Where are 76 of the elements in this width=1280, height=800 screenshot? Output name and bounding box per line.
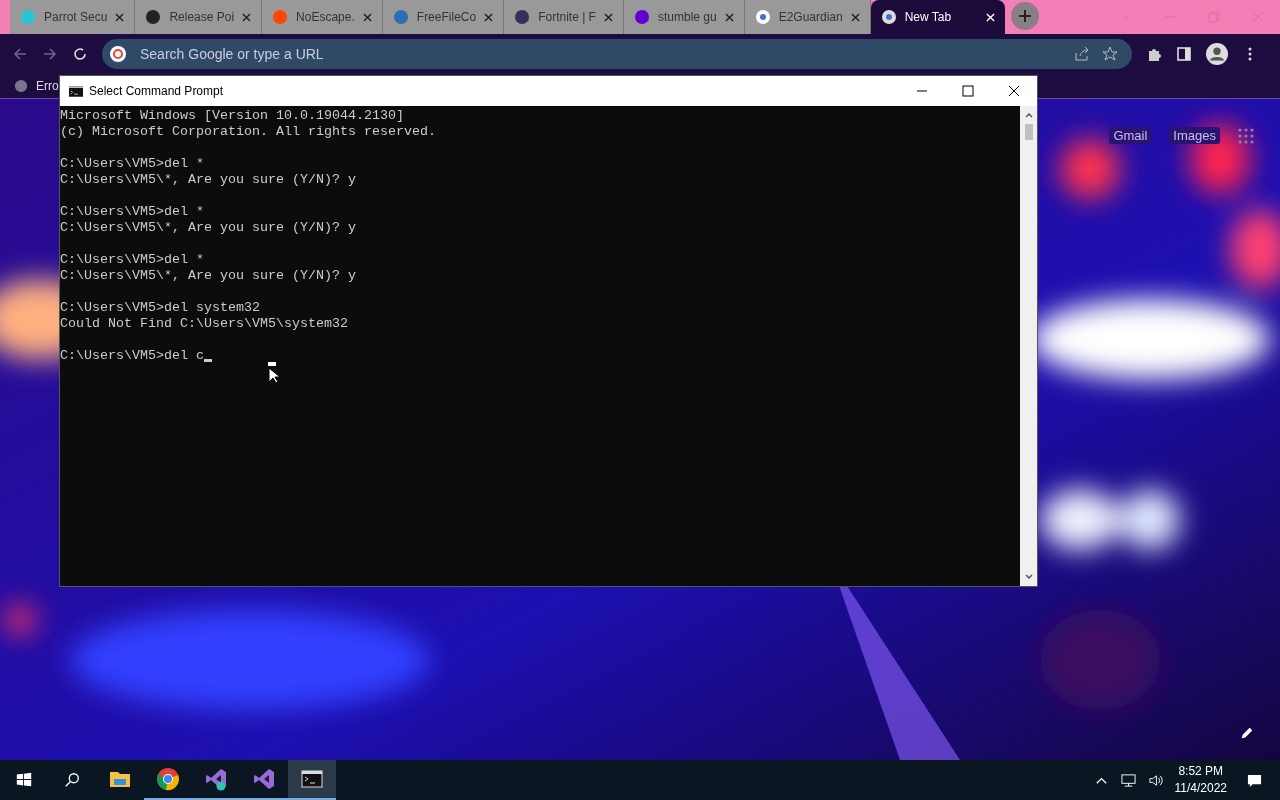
close-icon[interactable] [115,12,125,22]
tab-title: New Tab [904,10,953,24]
console-line: C:\Users\VM5\*, Are you sure (Y/N)? y [60,172,357,188]
apps-grid-icon[interactable] [1238,127,1254,144]
site-icon [633,9,650,25]
tab-title: Release Poi [169,10,235,24]
globe-icon [14,79,28,93]
console-line: Could Not Find C:\Users\VM5\system32 [60,316,349,332]
text-cursor [203,359,212,362]
profile-avatar[interactable] [1206,43,1228,65]
console-prompt[interactable]: C:\Users\VM5>del c [60,348,204,364]
close-icon[interactable] [603,12,613,22]
browser-tab[interactable]: stumble gu [623,0,745,34]
console-icon [69,85,83,97]
console-line: C:\Users\VM5>del * [60,156,205,172]
puzzle-icon[interactable] [1146,46,1162,62]
site-icon [514,9,531,25]
ntp-link[interactable]: Gmail [1109,127,1152,144]
scroll-up-icon[interactable] [1023,111,1034,119]
mouse-pointer-icon [268,362,280,384]
site-icon [392,9,409,25]
tab-title: NoEscape. [296,10,355,24]
browser-tab[interactable]: Parrot Secu [10,0,136,34]
network-icon[interactable] [1120,772,1136,788]
taskbar-clock[interactable]: 8:52 PM 11/4/2022 [1174,763,1227,797]
speaker-icon[interactable] [1147,772,1163,788]
browser-tab[interactable]: FreeFileCo [382,0,505,34]
star-icon[interactable] [1102,46,1118,62]
close-icon[interactable] [242,12,252,22]
address-field[interactable]: Search Google or type a URL [138,45,442,63]
terminal-icon [300,767,324,791]
scrollbar[interactable] [1020,106,1037,586]
site-icon [20,9,36,25]
window-title: Select Command Prompt [89,84,224,98]
browser-tab[interactable]: New Tab [870,0,1005,34]
console-line: C:\Users\VM5>del * [60,252,205,268]
console-line: C:\Users\VM5>del * [60,204,205,220]
console-line: Microsoft Windows [Version 10.0.19044.2130] [60,108,405,124]
site-icon [272,9,289,25]
new-tab-button[interactable] [1010,1,1039,30]
close-icon[interactable] [362,12,372,22]
close-icon[interactable] [724,12,734,22]
share-icon[interactable] [1074,46,1090,62]
forward-icon[interactable] [42,46,58,62]
tab-title: Parrot Secu [44,10,108,24]
tab-title: FreeFileCo [416,10,477,24]
reload-icon[interactable] [72,46,88,62]
visual-studio-icon [204,767,228,791]
chrome-icon [156,767,180,791]
browser-tab[interactable]: Fortnite | F [504,0,624,34]
visual-studio-icon [252,767,276,791]
close-icon[interactable] [850,12,860,22]
console-line: (c) Microsoft Corporation. All rights reserved. [60,124,437,140]
tab-title: stumble gu [657,10,717,24]
browser-tab[interactable]: E2Guardian [744,0,871,34]
site-icon [880,9,897,25]
bookmark[interactable]: Erro [14,79,59,93]
google-icon [110,46,126,62]
side-panel-icon[interactable] [1176,46,1192,62]
tab-title: Fortnite | F [538,10,596,24]
back-icon[interactable] [12,46,28,62]
ntp-link[interactable]: Images [1169,127,1220,144]
notifications-icon[interactable] [1247,772,1262,788]
console-line: C:\Users\VM5>del system32 [60,300,261,316]
tab-title: E2Guardian [778,10,843,24]
site-icon [754,9,771,25]
pencil-icon[interactable] [1240,726,1254,740]
taskbar-app[interactable] [288,760,336,800]
site-icon [145,9,162,25]
scroll-down-icon[interactable] [1023,573,1034,581]
browser-tab[interactable]: NoEscape. [262,0,383,34]
close-icon[interactable] [484,12,494,22]
scroll-thumb[interactable] [1024,124,1033,140]
console-line: C:\Users\VM5\*, Are you sure (Y/N)? y [60,220,357,236]
browser-tab[interactable]: Release Poi [135,0,263,34]
console-line: C:\Users\VM5\*, Are you sure (Y/N)? y [60,268,357,284]
